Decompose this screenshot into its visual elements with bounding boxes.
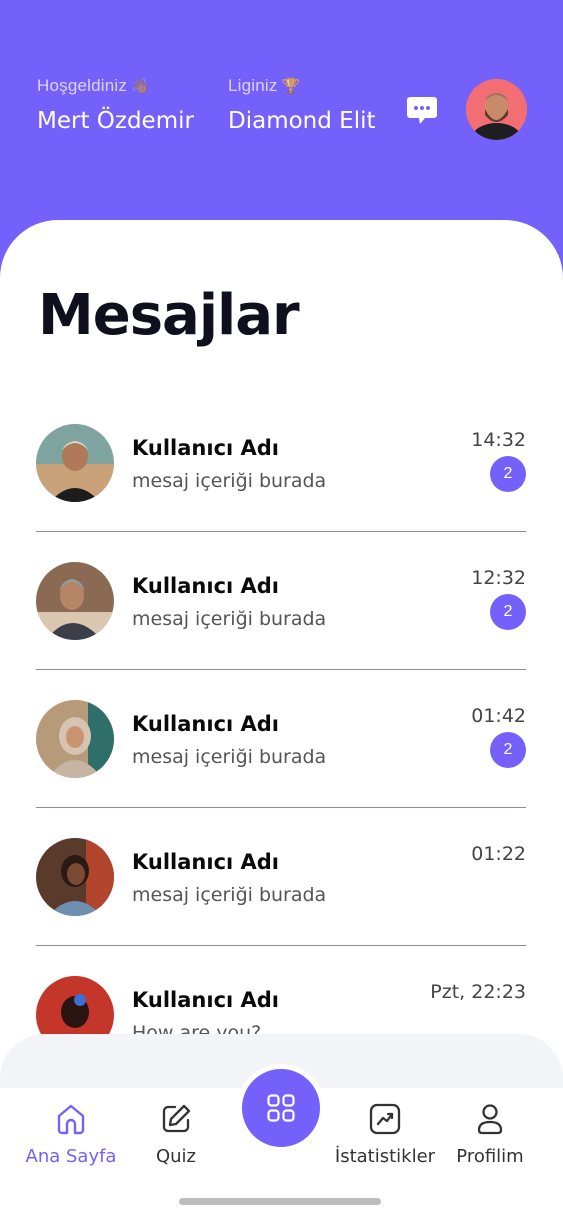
unread-badge: 2: [490, 594, 526, 630]
divider: [36, 945, 526, 946]
contact-name: Kullanıcı Adı: [132, 436, 280, 460]
unread-badge: 2: [490, 456, 526, 492]
nav-label: İstatistikler: [334, 1146, 436, 1167]
welcome-label: Hoşgeldiniz 👋🏽: [37, 76, 150, 95]
message-time: 14:32: [471, 429, 526, 451]
profile-avatar[interactable]: [466, 79, 527, 140]
message-row[interactable]: Kullanıcı Adı mesaj içeriği burada 12:32…: [36, 548, 526, 686]
contact-avatar: [36, 838, 114, 916]
contact-name: Kullanıcı Adı: [132, 988, 280, 1012]
nav-home[interactable]: Ana Sayfa: [24, 1102, 118, 1167]
unread-badge: 2: [490, 732, 526, 768]
user-name: Mert Özdemir: [37, 108, 194, 134]
chat-bubble-icon[interactable]: [406, 94, 438, 126]
message-time: 01:22: [471, 843, 526, 865]
grid-icon: [267, 1094, 295, 1122]
nav-label: Profilim: [456, 1146, 524, 1167]
contact-avatar: [36, 976, 114, 1035]
message-preview: mesaj içeriği burada: [132, 884, 327, 906]
divider: [36, 531, 526, 532]
message-row[interactable]: Kullanıcı Adı mesaj içeriği burada 01:42…: [36, 686, 526, 824]
league-block: Liginiz 🏆 Diamond Elit: [228, 76, 376, 134]
message-time: 12:32: [471, 567, 526, 589]
nav-stats[interactable]: İstatistikler: [334, 1102, 436, 1167]
contact-avatar: [36, 562, 114, 640]
divider: [36, 807, 526, 808]
page-title: Mesajlar: [38, 283, 300, 348]
nav-label: Quiz: [155, 1146, 197, 1167]
edit-icon: [162, 1104, 191, 1133]
contact-name: Kullanıcı Adı: [132, 712, 280, 736]
contact-name: Kullanıcı Adı: [132, 574, 280, 598]
user-icon: [477, 1104, 503, 1135]
message-list[interactable]: Kullanıcı Adı mesaj içeriği burada 14:32…: [36, 410, 526, 1035]
nav-quiz[interactable]: Quiz: [150, 1102, 202, 1167]
league-label: Liginiz 🏆: [228, 76, 301, 95]
message-row[interactable]: Kullanıcı Adı mesaj içeriği burada 14:32…: [36, 410, 526, 548]
trophy-emoji: 🏆: [281, 78, 301, 95]
contact-name: Kullanıcı Adı: [132, 850, 280, 874]
contact-avatar: [36, 700, 114, 778]
divider: [36, 669, 526, 670]
contact-avatar: [36, 424, 114, 502]
league-value: Diamond Elit: [228, 108, 376, 134]
message-row[interactable]: Kullanıcı Adı How are you? Pzt, 22:23: [36, 962, 526, 1035]
trend-chart-icon: [369, 1103, 401, 1135]
message-time: Pzt, 22:23: [430, 981, 526, 1003]
message-preview: mesaj içeriği burada: [132, 746, 327, 768]
nav-profile[interactable]: Profilim: [455, 1102, 525, 1167]
message-preview: mesaj içeriği burada: [132, 470, 327, 492]
home-indicator: [179, 1198, 381, 1205]
message-preview: mesaj içeriği burada: [132, 608, 327, 630]
welcome-block: Hoşgeldiniz 👋🏽 Mert Özdemir: [37, 76, 194, 134]
nav-label: Ana Sayfa: [25, 1146, 117, 1167]
wave-emoji: 👋🏽: [131, 78, 150, 95]
home-icon: [57, 1104, 85, 1135]
message-row[interactable]: Kullanıcı Adı mesaj içeriği burada 01:22: [36, 824, 526, 962]
message-time: 01:42: [471, 705, 526, 727]
center-action-button[interactable]: [237, 1064, 325, 1152]
